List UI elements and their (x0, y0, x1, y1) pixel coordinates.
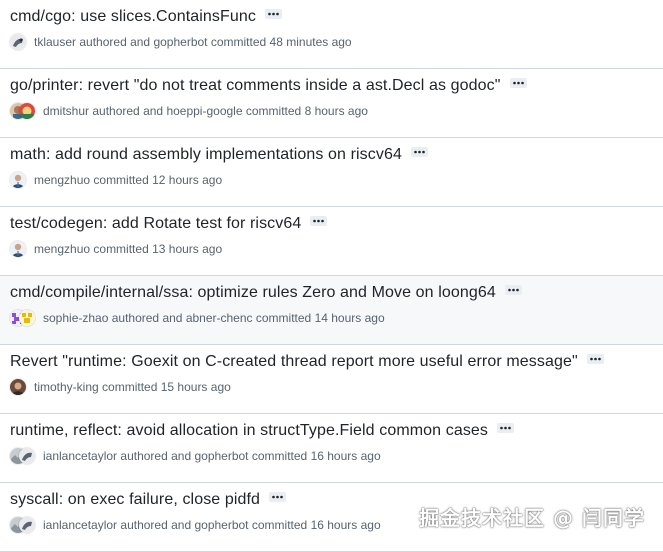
kebab-horizontal-icon (414, 150, 425, 154)
author-link[interactable]: ianlancetaylor (43, 448, 117, 464)
relative-time[interactable]: 48 minutes ago (270, 34, 352, 50)
author-link[interactable]: mengzhuo (34, 241, 90, 257)
commit-title-link[interactable]: test/codegen: add Rotate test for riscv6… (10, 214, 301, 234)
committer-link[interactable]: gopherbot (194, 517, 248, 533)
authored-label: authored and (120, 518, 192, 532)
commit-title-link[interactable]: syscall: on exec failure, close pidfd (10, 490, 260, 510)
watermark: 掘金技术社区 @ 闫同学 (419, 506, 645, 530)
committer-link[interactable]: gopherbot (194, 448, 248, 464)
commit-row: test/codegen: add Rotate test for riscv6… (0, 207, 663, 276)
committer-avatar-icon[interactable] (19, 448, 35, 464)
more-ellipsis-button[interactable] (410, 147, 428, 157)
commit-row: runtime, reflect: avoid allocation in st… (0, 414, 663, 483)
committed-label: committed (251, 449, 308, 463)
authored-label: authored and (120, 449, 192, 463)
authored-label: authored and (92, 104, 164, 118)
author-link[interactable]: tklauser (34, 34, 76, 50)
kebab-horizontal-icon (508, 288, 519, 292)
commit-title-link[interactable]: cmd/cgo: use slices.ContainsFunc (10, 7, 256, 27)
committed-label: committed (93, 173, 149, 187)
committer-avatar-icon[interactable] (19, 103, 35, 119)
committed-label: committed (245, 104, 302, 118)
authored-label: authored and (111, 311, 183, 325)
commit-row: Revert "runtime: Goexit on C-created thr… (0, 345, 663, 414)
kebab-horizontal-icon (313, 219, 325, 223)
committer-avatar-icon[interactable] (19, 310, 35, 326)
more-ellipsis-button[interactable] (504, 285, 522, 295)
author-link[interactable]: timothy-king (34, 379, 99, 395)
kebab-horizontal-icon (268, 12, 279, 16)
committer-link[interactable]: hoeppi-google (166, 103, 242, 119)
author-avatar-icon[interactable] (10, 172, 26, 188)
committer-link[interactable]: abner-chenc (186, 310, 253, 326)
committer-avatar-icon[interactable] (19, 517, 35, 533)
kebab-horizontal-icon (500, 426, 511, 430)
kebab-horizontal-icon (512, 81, 524, 85)
commit-title-link[interactable]: Revert "runtime: Goexit on C-created thr… (10, 352, 578, 372)
more-ellipsis-button[interactable] (586, 354, 604, 364)
author-link[interactable]: ianlancetaylor (43, 517, 117, 533)
more-ellipsis-button[interactable] (509, 78, 527, 88)
author-link[interactable]: dmitshur (43, 103, 89, 119)
commit-title-link[interactable]: go/printer: revert "do not treat comment… (10, 76, 501, 96)
relative-time[interactable]: 14 hours ago (315, 310, 385, 326)
commit-row: go/printer: revert "do not treat comment… (0, 69, 663, 138)
relative-time[interactable]: 15 hours ago (161, 379, 231, 395)
author-link[interactable]: sophie-zhao (43, 310, 108, 326)
commit-row: cmd/cgo: use slices.ContainsFunc tklause… (0, 0, 663, 69)
kebab-horizontal-icon (589, 357, 601, 361)
more-ellipsis-button[interactable] (264, 9, 282, 19)
more-ellipsis-button[interactable] (497, 423, 515, 433)
kebab-horizontal-icon (272, 495, 283, 499)
relative-time[interactable]: 8 hours ago (305, 103, 368, 119)
more-ellipsis-button[interactable] (269, 492, 287, 502)
author-avatar-icon[interactable] (10, 379, 26, 395)
committed-label: committed (102, 380, 158, 394)
commit-title-link[interactable]: cmd/compile/internal/ssa: optimize rules… (10, 283, 496, 303)
author-link[interactable]: mengzhuo (34, 172, 90, 188)
more-ellipsis-button[interactable] (310, 216, 328, 226)
author-avatar-icon[interactable] (10, 241, 26, 257)
committed-label: committed (255, 311, 312, 325)
relative-time[interactable]: 12 hours ago (152, 172, 222, 188)
committed-label: committed (93, 242, 149, 256)
author-avatar-icon[interactable] (10, 34, 26, 50)
committed-label: committed (251, 518, 308, 532)
relative-time[interactable]: 16 hours ago (311, 448, 381, 464)
relative-time[interactable]: 16 hours ago (311, 517, 381, 533)
relative-time[interactable]: 13 hours ago (152, 241, 222, 257)
committed-label: committed (210, 35, 267, 49)
committer-link[interactable]: gopherbot (153, 34, 207, 50)
commit-title-link[interactable]: math: add round assembly implementations… (10, 145, 402, 165)
commit-title-link[interactable]: runtime, reflect: avoid allocation in st… (10, 421, 488, 441)
commit-row: cmd/compile/internal/ssa: optimize rules… (0, 276, 663, 345)
commit-row: math: add round assembly implementations… (0, 138, 663, 207)
commit-list: cmd/cgo: use slices.ContainsFunc tklause… (0, 0, 663, 552)
authored-label: authored and (79, 35, 151, 49)
